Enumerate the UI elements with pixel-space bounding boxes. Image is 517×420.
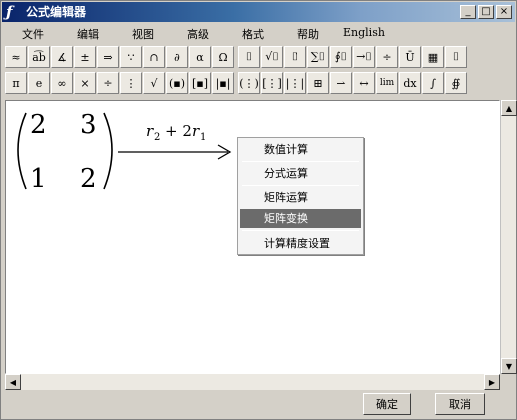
contour-integral-template-button[interactable]: ∮⌷ — [330, 46, 352, 68]
angle-symbol-button[interactable]: ∡ — [51, 46, 73, 68]
menu-file[interactable]: 文件 — [22, 26, 44, 42]
ctx-precision-settings[interactable]: 计算精度设置 — [240, 234, 361, 253]
ctx-fraction-ops[interactable]: 分式运算 — [240, 164, 361, 183]
close-button[interactable]: × — [496, 5, 512, 19]
maximize-button[interactable]: □ — [478, 5, 494, 19]
times-symbol-button[interactable]: × — [74, 72, 96, 94]
because-symbol-button[interactable]: ∵ — [120, 46, 142, 68]
row-var-a: r — [146, 122, 154, 140]
alpha-symbol-button[interactable]: α — [189, 46, 211, 68]
integral-button[interactable]: ∫ — [422, 72, 444, 94]
ctx-divider — [242, 161, 359, 162]
surface-integral-button[interactable]: ∯ — [445, 72, 467, 94]
horizontal-scrollbar[interactable]: ◀ ▶ — [5, 374, 500, 390]
ok-button[interactable]: 确定 — [363, 393, 411, 415]
scroll-left-arrow-icon[interactable]: ◀ — [5, 374, 21, 390]
e-symbol-button[interactable]: e — [28, 72, 50, 94]
menu-advanced[interactable]: 高级 — [187, 26, 209, 42]
abs-bars-button[interactable]: |▪| — [212, 72, 234, 94]
window-controls: _ □ × — [460, 5, 512, 19]
paren-matrix-button[interactable]: (⋮) — [238, 72, 260, 94]
window-title: 公式编辑器 — [26, 5, 87, 19]
scroll-down-arrow-icon[interactable]: ▼ — [501, 358, 517, 374]
symbol-toolbar: ≈ a͡b ∡ ± ⇒ ∵ ∩ ∂ α Ω ⌷ √⌷ ⌷̇ ∑⌷ ∮⌷ →⌷ ÷… — [5, 46, 515, 70]
sum-template-button[interactable]: ∑⌷ — [307, 46, 329, 68]
matrix-entry: 2 — [30, 110, 47, 140]
formula-f-icon: ƒ — [6, 3, 13, 21]
menu-edit[interactable]: 编辑 — [77, 26, 99, 42]
matrix-entry: 3 — [80, 110, 97, 140]
pi-symbol-button[interactable]: π — [5, 72, 27, 94]
divide-symbol-button[interactable]: ÷ — [97, 72, 119, 94]
right-parenthesis — [103, 112, 113, 190]
division-template-button[interactable]: ÷ — [376, 46, 398, 68]
matrix-entry: 2 — [80, 164, 97, 194]
double-arrow-button[interactable]: ↔ — [353, 72, 375, 94]
row-sub-b: 1 — [200, 132, 206, 143]
partial-symbol-button[interactable]: ∂ — [166, 46, 188, 68]
minimize-button[interactable]: _ — [460, 5, 476, 19]
menu-view[interactable]: 视图 — [132, 26, 154, 42]
fraction-template-button[interactable]: ⌷ — [238, 46, 260, 68]
dot-template-button[interactable]: ⌷̇ — [284, 46, 306, 68]
stack-fraction-button[interactable]: ⋮ — [120, 72, 142, 94]
row-operator: + 2 — [165, 122, 192, 140]
matrix-entry: 1 — [30, 164, 47, 194]
left-parenthesis — [17, 112, 27, 190]
row-sub-a: 2 — [154, 132, 160, 143]
scroll-up-arrow-icon[interactable]: ▲ — [501, 100, 517, 116]
sqrt-button[interactable]: √ — [143, 72, 165, 94]
plusminus-symbol-button[interactable]: ± — [74, 46, 96, 68]
implies-symbol-button[interactable]: ⇒ — [97, 46, 119, 68]
infinity-symbol-button[interactable]: ∞ — [51, 72, 73, 94]
formula-editor-window: ƒ 公式编辑器 _ □ × 文件 编辑 视图 高级 格式 帮助 English … — [0, 0, 517, 420]
intersection-symbol-button[interactable]: ∩ — [143, 46, 165, 68]
ctx-matrix-transform[interactable]: 矩阵变换 — [240, 209, 361, 228]
vertical-scrollbar[interactable]: ▲ ▼ — [500, 100, 517, 374]
bracket-matrix-button[interactable]: [⋮] — [261, 72, 283, 94]
menu-help[interactable]: 帮助 — [297, 26, 319, 42]
ctx-divider — [242, 230, 359, 231]
menu-format[interactable]: 格式 — [242, 26, 264, 42]
arc-symbol-button[interactable]: a͡b — [28, 46, 50, 68]
cancel-button[interactable]: 取消 — [435, 393, 485, 415]
brackets-button[interactable]: [▪] — [189, 72, 211, 94]
template-toolbar: π e ∞ × ÷ ⋮ √ (▪) [▪] |▪| (⋮) [⋮] |⋮| ⊞ … — [5, 72, 515, 96]
menu-bar: 文件 编辑 视图 高级 格式 帮助 English — [2, 23, 515, 43]
parentheses-button[interactable]: (▪) — [166, 72, 188, 94]
differential-button[interactable]: dx — [399, 72, 421, 94]
title-bar[interactable]: ƒ 公式编辑器 _ □ × — [2, 2, 515, 22]
ctx-numeric-calc[interactable]: 数值计算 — [240, 140, 361, 159]
determinant-button[interactable]: |⋮| — [284, 72, 306, 94]
scroll-right-arrow-icon[interactable]: ▶ — [484, 374, 500, 390]
ctx-matrix-ops[interactable]: 矩阵运算 — [240, 188, 361, 207]
menu-english[interactable]: English — [343, 26, 385, 39]
overbar-template-button[interactable]: Ū — [399, 46, 421, 68]
limit-button[interactable]: lim — [376, 72, 398, 94]
harpoon-arrow-button[interactable]: ⇀ — [330, 72, 352, 94]
approx-symbol-button[interactable]: ≈ — [5, 46, 27, 68]
ctx-divider — [242, 185, 359, 186]
box-template-button[interactable]: ⌷ — [445, 46, 467, 68]
context-menu: 数值计算 分式运算 矩阵运算 矩阵变换 计算精度设置 — [237, 137, 364, 255]
omega-symbol-button[interactable]: Ω — [212, 46, 234, 68]
row-var-b: r — [192, 122, 200, 140]
grid-matrix-button[interactable]: ⊞ — [307, 72, 329, 94]
radical-template-button[interactable]: √⌷ — [261, 46, 283, 68]
matrix-template-button[interactable]: ▦ — [422, 46, 444, 68]
vector-template-button[interactable]: →⌷ — [353, 46, 375, 68]
